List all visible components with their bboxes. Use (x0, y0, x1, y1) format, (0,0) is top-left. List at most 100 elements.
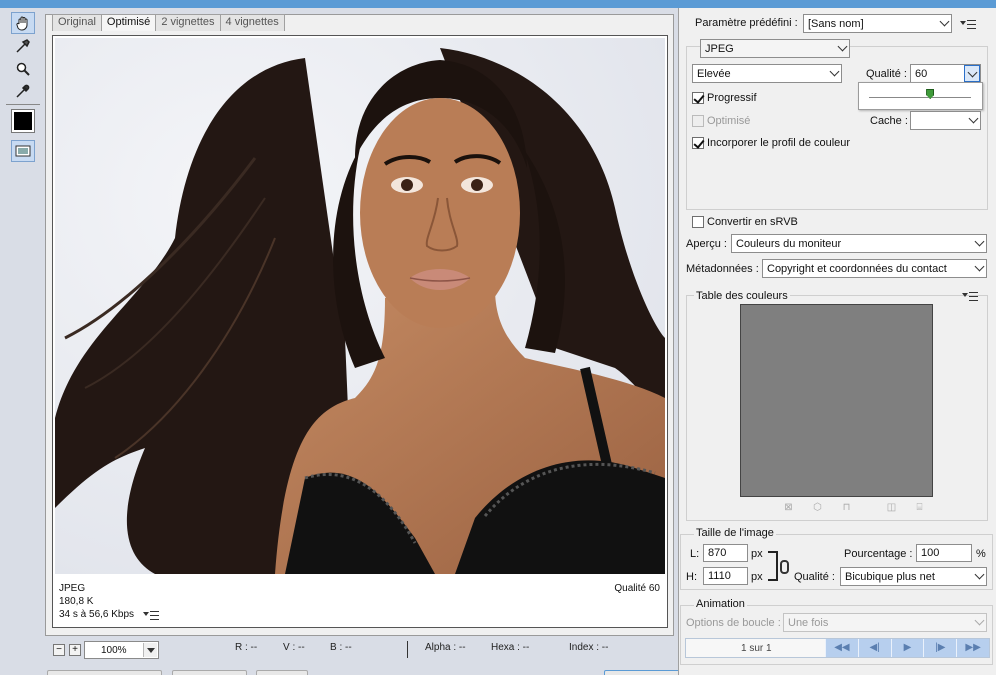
new-color-icon[interactable]: ◫ (886, 502, 897, 513)
optimized-checkbox[interactable] (692, 115, 704, 127)
next-frame-icon[interactable]: |▶ (923, 639, 956, 657)
quality-value: 60 (915, 68, 928, 80)
tab-optimized[interactable]: Optimisé (100, 14, 157, 31)
hand-icon (16, 16, 28, 31)
cache-label: Cache : (870, 115, 908, 127)
preview-image[interactable] (55, 38, 665, 574)
color-table-menu-icon[interactable] (962, 290, 980, 302)
slices-visibility-icon (15, 145, 31, 157)
loop-options-label: Options de boucle : (686, 617, 781, 629)
percent-input[interactable]: 100 (916, 544, 972, 562)
chevron-down-icon (974, 569, 985, 580)
zoom-level-select[interactable]: 100% (84, 641, 159, 659)
bottom-button-1[interactable] (47, 670, 162, 675)
bottom-button-3[interactable] (256, 670, 308, 675)
height-label: H: (686, 571, 697, 583)
eyedropper-icon (16, 84, 30, 98)
loop-options-select[interactable]: Une fois (783, 613, 987, 632)
optimized-label: Optimisé (707, 115, 751, 127)
link-icon[interactable] (780, 560, 789, 574)
quality-dropdown-button[interactable] (964, 65, 980, 82)
play-icon[interactable]: ▶ (890, 639, 924, 657)
bottom-button-2[interactable] (172, 670, 247, 675)
quality-slider-track[interactable] (869, 97, 971, 98)
chevron-down-icon (837, 41, 848, 52)
chevron-down-icon (967, 67, 978, 78)
metadata-label: Métadonnées : (686, 263, 759, 275)
first-frame-icon[interactable]: ◀◀ (825, 639, 858, 657)
preview-format: JPEG (59, 583, 86, 594)
preview-value: Couleurs du moniteur (736, 238, 842, 250)
readout-hexa: Hexa : -- (491, 642, 530, 653)
zoom-in-button[interactable]: + (69, 644, 81, 656)
previous-frame-icon[interactable]: ◀| (857, 639, 891, 657)
srgb-label: Convertir en sRVB (707, 216, 798, 228)
zoom-level-value: 100% (101, 645, 127, 656)
slice-select-tool[interactable] (11, 35, 35, 57)
chevron-down-icon (974, 236, 985, 247)
chevron-down-icon (968, 113, 979, 124)
zoom-out-button[interactable]: − (53, 644, 65, 656)
eyedropper-tool[interactable] (11, 80, 35, 102)
preview-file-size: 180,8 K (59, 596, 94, 607)
resample-quality-value: Bicubique plus net (845, 571, 935, 583)
quality-input[interactable]: 60 (910, 64, 981, 83)
lock-icon[interactable]: ⊓ (841, 502, 852, 513)
width-value: 870 (708, 547, 727, 559)
metadata-value: Copyright et coordonnées du contact (767, 263, 947, 275)
view-tabs: Original Optimisé 2 vignettes 4 vignette… (52, 14, 285, 31)
cache-select[interactable] (910, 111, 981, 130)
readout-r: R : -- (235, 642, 258, 653)
toggle-slices-visibility[interactable] (11, 140, 35, 162)
last-frame-icon[interactable]: ▶▶ (956, 639, 989, 657)
chevron-down-icon (143, 643, 157, 657)
tab-4-up[interactable]: 4 vignettes (219, 14, 285, 31)
resample-quality-select[interactable]: Bicubique plus net (840, 567, 987, 586)
window-top-bar (0, 0, 996, 8)
embed-profile-label: Incorporer le profil de couleur (707, 137, 851, 149)
height-value: 1110 (708, 570, 731, 582)
tab-original[interactable]: Original (52, 14, 102, 31)
preset-menu-icon[interactable] (960, 18, 978, 30)
readout-alpha: Alpha : -- (425, 642, 466, 653)
cube-icon[interactable]: ⬡ (812, 502, 823, 513)
color-table-swatch[interactable] (740, 304, 933, 497)
hand-tool[interactable] (11, 12, 35, 34)
color-table-title: Table des couleurs (694, 290, 790, 302)
tab-2-up[interactable]: 2 vignettes (155, 14, 221, 31)
eyedropper-color-swatch[interactable] (11, 109, 35, 133)
preview-select[interactable]: Couleurs du moniteur (731, 234, 987, 253)
trash-icon[interactable]: ⌸ (914, 502, 925, 513)
preview-quality: Qualité 60 (614, 583, 660, 594)
web-snap-icon[interactable]: ⊠ (783, 502, 794, 513)
width-input[interactable]: 870 (703, 544, 748, 562)
progressive-checkbox[interactable] (692, 92, 704, 104)
preset-label: Paramètre prédéfini : (695, 17, 798, 29)
chevron-down-icon (829, 66, 840, 77)
compression-select[interactable]: Elevée (692, 64, 842, 83)
srgb-checkbox[interactable] (692, 216, 704, 228)
readout-v: V : -- (283, 642, 305, 653)
height-input[interactable]: 1110 (703, 567, 748, 585)
chevron-down-icon (974, 261, 985, 272)
compression-value: Elevée (697, 68, 731, 80)
readout-index: Index : -- (569, 642, 609, 653)
loop-options-value: Une fois (788, 617, 829, 629)
preview-download-time: 34 s à 56,6 Kbps (59, 609, 135, 620)
zoom-tool[interactable] (11, 58, 35, 80)
format-value: JPEG (705, 43, 734, 55)
metadata-select[interactable]: Copyright et coordonnées du contact (762, 259, 987, 278)
format-select[interactable]: JPEG (700, 39, 850, 58)
animation-buttons: ◀◀ ◀| ▶ |▶ ▶▶ (825, 639, 989, 657)
preset-select[interactable]: [Sans nom] (803, 14, 952, 33)
preset-value: [Sans nom] (808, 18, 864, 30)
readout-b: B : -- (330, 642, 352, 653)
tools-divider (6, 104, 40, 105)
magnifier-icon (16, 62, 30, 76)
width-unit: px (751, 548, 763, 560)
slice-select-icon (16, 39, 30, 53)
height-unit: px (751, 571, 763, 583)
preview-menu-icon[interactable] (143, 609, 161, 621)
embed-profile-checkbox[interactable] (692, 137, 704, 149)
width-label: L: (690, 548, 700, 560)
